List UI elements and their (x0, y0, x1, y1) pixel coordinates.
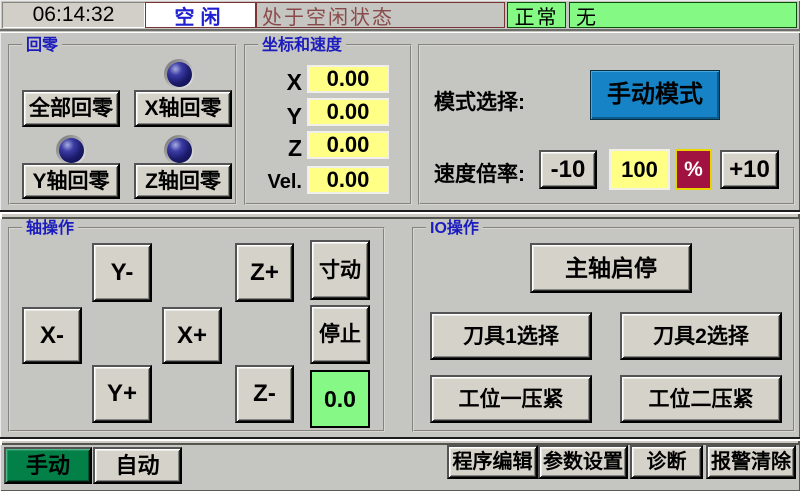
coord-speed-panel-title: 坐标和速度 (258, 36, 346, 55)
stop-button[interactable]: 停止 (310, 305, 370, 364)
percent-sign-badge: % (675, 149, 712, 190)
jog-mode-button[interactable]: 寸动 (310, 240, 370, 300)
axis-operation-panel: 轴操作 Y- Z+ 寸动 X- X+ 停止 Y+ Z- 0.0 (8, 227, 385, 432)
jog-y-plus-button[interactable]: Y+ (92, 365, 152, 423)
override-minus-button[interactable]: -10 (539, 150, 597, 189)
nav-manual-button[interactable]: 手动 (4, 447, 92, 484)
alarm-message: 无 (569, 2, 797, 28)
top-status-bar: 06:14:32 空闲 处于空闲状态 正常 无 (0, 0, 800, 30)
middle-divider (0, 210, 800, 219)
mode-override-panel: 模式选择: 手动模式 速度倍率: -10 100 % +10 (418, 44, 795, 205)
tool1-select-button[interactable]: 刀具1选择 (430, 312, 592, 360)
override-plus-button[interactable]: +10 (720, 150, 779, 189)
top-divider (0, 29, 800, 33)
speed-override-label: 速度倍率: (434, 158, 525, 188)
velocity-display: 0.00 (307, 166, 389, 194)
station2-clamp-button[interactable]: 工位二压紧 (620, 375, 782, 423)
mode-manual-button[interactable]: 手动模式 (590, 70, 720, 120)
x-home-indicator-led (164, 59, 194, 89)
override-value-display: 100 (609, 149, 670, 190)
nav-auto-button[interactable]: 自动 (93, 447, 182, 484)
velocity-label: Vel. (250, 171, 302, 194)
jog-step-input[interactable]: 0.0 (310, 370, 370, 428)
jog-x-minus-button[interactable]: X- (22, 307, 82, 364)
z-home-indicator-led (164, 135, 194, 165)
x-position-display: 0.00 (307, 65, 389, 93)
homing-panel: 回零 全部回零 X轴回零 Y轴回零 Z轴回零 (8, 44, 237, 205)
io-operation-panel: IO操作 主轴启停 刀具1选择 刀具2选择 工位一压紧 工位二压紧 (412, 227, 795, 432)
homing-panel-title: 回零 (22, 36, 62, 55)
station1-clamp-button[interactable]: 工位一压紧 (430, 375, 592, 423)
bottom-nav-bar: 手动 自动 程序编辑 参数设置 诊断 报警清除 (0, 445, 800, 491)
mode-select-label: 模式选择: (434, 86, 525, 116)
axis-panel-title: 轴操作 (22, 219, 78, 238)
nav-alarm-clear-button[interactable]: 报警清除 (706, 445, 796, 479)
spindle-start-stop-button[interactable]: 主轴启停 (530, 243, 692, 293)
jog-x-plus-button[interactable]: X+ (162, 307, 222, 364)
x-axis-label: X (250, 69, 302, 96)
hmi-screen: 06:14:32 空闲 处于空闲状态 正常 无 回零 全部回零 X轴回零 Y轴回… (0, 0, 800, 491)
y-position-display: 0.00 (307, 98, 389, 126)
home-y-button[interactable]: Y轴回零 (22, 163, 120, 199)
tool2-select-button[interactable]: 刀具2选择 (620, 312, 782, 360)
state-message: 处于空闲状态 (256, 2, 505, 28)
jog-y-minus-button[interactable]: Y- (92, 243, 152, 302)
z-axis-label: Z (250, 135, 302, 162)
y-home-indicator-led (56, 135, 86, 165)
y-axis-label: Y (250, 103, 302, 130)
machine-mode-status: 空闲 (145, 2, 256, 28)
home-all-button[interactable]: 全部回零 (22, 90, 120, 127)
alarm-status-badge: 正常 (507, 2, 566, 28)
jog-z-plus-button[interactable]: Z+ (235, 243, 294, 302)
nav-param-settings-button[interactable]: 参数设置 (538, 445, 628, 479)
z-position-display: 0.00 (307, 131, 389, 159)
bottom-divider (0, 437, 800, 445)
home-z-button[interactable]: Z轴回零 (134, 163, 232, 199)
coord-speed-panel: 坐标和速度 X 0.00 Y 0.00 Z 0.00 Vel. 0.00 (244, 44, 412, 205)
home-x-button[interactable]: X轴回零 (134, 90, 232, 127)
jog-z-minus-button[interactable]: Z- (235, 365, 294, 423)
clock-display: 06:14:32 (2, 2, 145, 28)
nav-program-edit-button[interactable]: 程序编辑 (447, 445, 538, 479)
nav-diagnosis-button[interactable]: 诊断 (630, 445, 703, 479)
io-panel-title: IO操作 (426, 219, 483, 238)
